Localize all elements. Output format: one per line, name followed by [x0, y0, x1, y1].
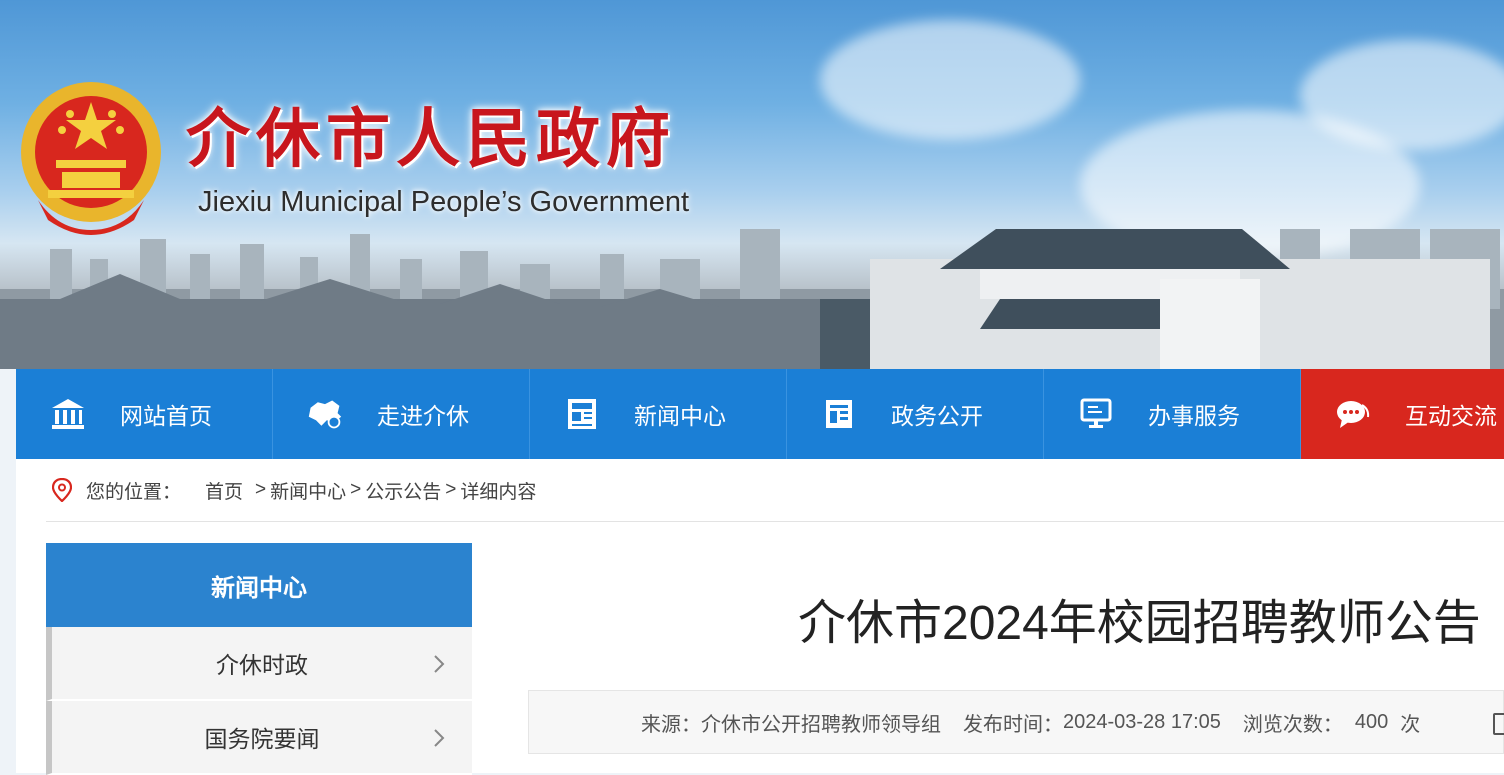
source-label: 来源： [641, 713, 701, 736]
sidebar-item-state-council-news[interactable]: 国务院要闻 [46, 701, 472, 775]
chat-icon [1335, 396, 1371, 432]
nav-item-interaction[interactable]: 互动交流 [1301, 369, 1504, 459]
nav-item-services[interactable]: 办事服务 [1044, 369, 1301, 459]
national-emblem [21, 82, 161, 235]
nav-label: 互动交流 [1405, 403, 1497, 429]
print-icon[interactable] [1493, 713, 1504, 735]
nav-item-news[interactable]: 新闻中心 [530, 369, 787, 459]
city-skyline [0, 229, 1504, 369]
sidebar: 新闻中心 介休时政 国务院要闻 [46, 543, 472, 775]
breadcrumb: 您的位置： 首页 > 新闻中心 > 公示公告 > 详细内容 [46, 459, 1504, 522]
cloud [820, 20, 1080, 140]
breadcrumb-separator: > [445, 479, 457, 500]
sidebar-heading: 新闻中心 [46, 543, 472, 627]
content-area: 您的位置： 首页 > 新闻中心 > 公示公告 > 详细内容 新闻中心 介休时政 … [16, 459, 1504, 775]
date-value: 2024-03-28 17:05 [1063, 710, 1221, 733]
article-title: 介休市2024年校园招聘教师公告 [798, 597, 1481, 650]
header-banner: 介休市人民政府 Jiexiu Municipal People’s Govern… [0, 0, 1504, 369]
breadcrumb-detail[interactable]: 详细内容 [460, 477, 536, 504]
chevron-right-icon [434, 729, 445, 747]
breadcrumb-label: 您的位置： [86, 481, 182, 503]
site-title-english: Jiexiu Municipal People’s Government [198, 186, 690, 218]
nav-label: 办事服务 [1148, 403, 1240, 429]
nav-item-gov-affairs[interactable]: 政务公开 [787, 369, 1044, 459]
nav-label: 新闻中心 [634, 403, 726, 429]
site-title-chinese: 介休市人民政府 [186, 102, 676, 177]
views-label: 浏览次数： [1242, 713, 1343, 736]
sidebar-item-label: 介休时政 [216, 652, 308, 678]
monitor-icon [1078, 396, 1114, 432]
source-value: 介休市公开招聘教师领导组 [701, 713, 941, 736]
breadcrumb-home[interactable]: 首页 [205, 477, 243, 504]
nav-item-home[interactable]: 网站首页 [16, 369, 273, 459]
article-meta: 来源： 介休市公开招聘教师领导组 发布时间： 2024-03-28 17:05 … [528, 690, 1504, 754]
nav-label: 政务公开 [891, 403, 983, 429]
sidebar-item-jiexiu-politics[interactable]: 介休时政 [46, 627, 472, 701]
breadcrumb-announcements[interactable]: 公示公告 [365, 477, 441, 504]
newspaper-icon [564, 396, 600, 432]
date-label: 发布时间： [963, 713, 1063, 736]
nav-label: 网站首页 [120, 403, 212, 429]
chevron-right-icon [434, 655, 445, 673]
document-icon [821, 396, 857, 432]
views-unit: 次 [1400, 713, 1421, 736]
breadcrumb-separator: > [350, 479, 362, 500]
breadcrumb-news-center[interactable]: 新闻中心 [270, 477, 346, 504]
sidebar-item-label: 国务院要闻 [204, 726, 320, 752]
cloud [1300, 40, 1504, 150]
building-icon [50, 396, 86, 432]
breadcrumb-separator: > [255, 479, 267, 500]
location-pin-icon [52, 478, 72, 502]
nav-label: 走进介休 [377, 403, 469, 429]
views-count: 400 [1354, 710, 1389, 733]
map-icon [307, 396, 343, 432]
main-navigation: 网站首页 走进介休 新闻中心 政务公开 办事服务 互动交流 [16, 369, 1504, 459]
nav-item-about[interactable]: 走进介休 [273, 369, 530, 459]
